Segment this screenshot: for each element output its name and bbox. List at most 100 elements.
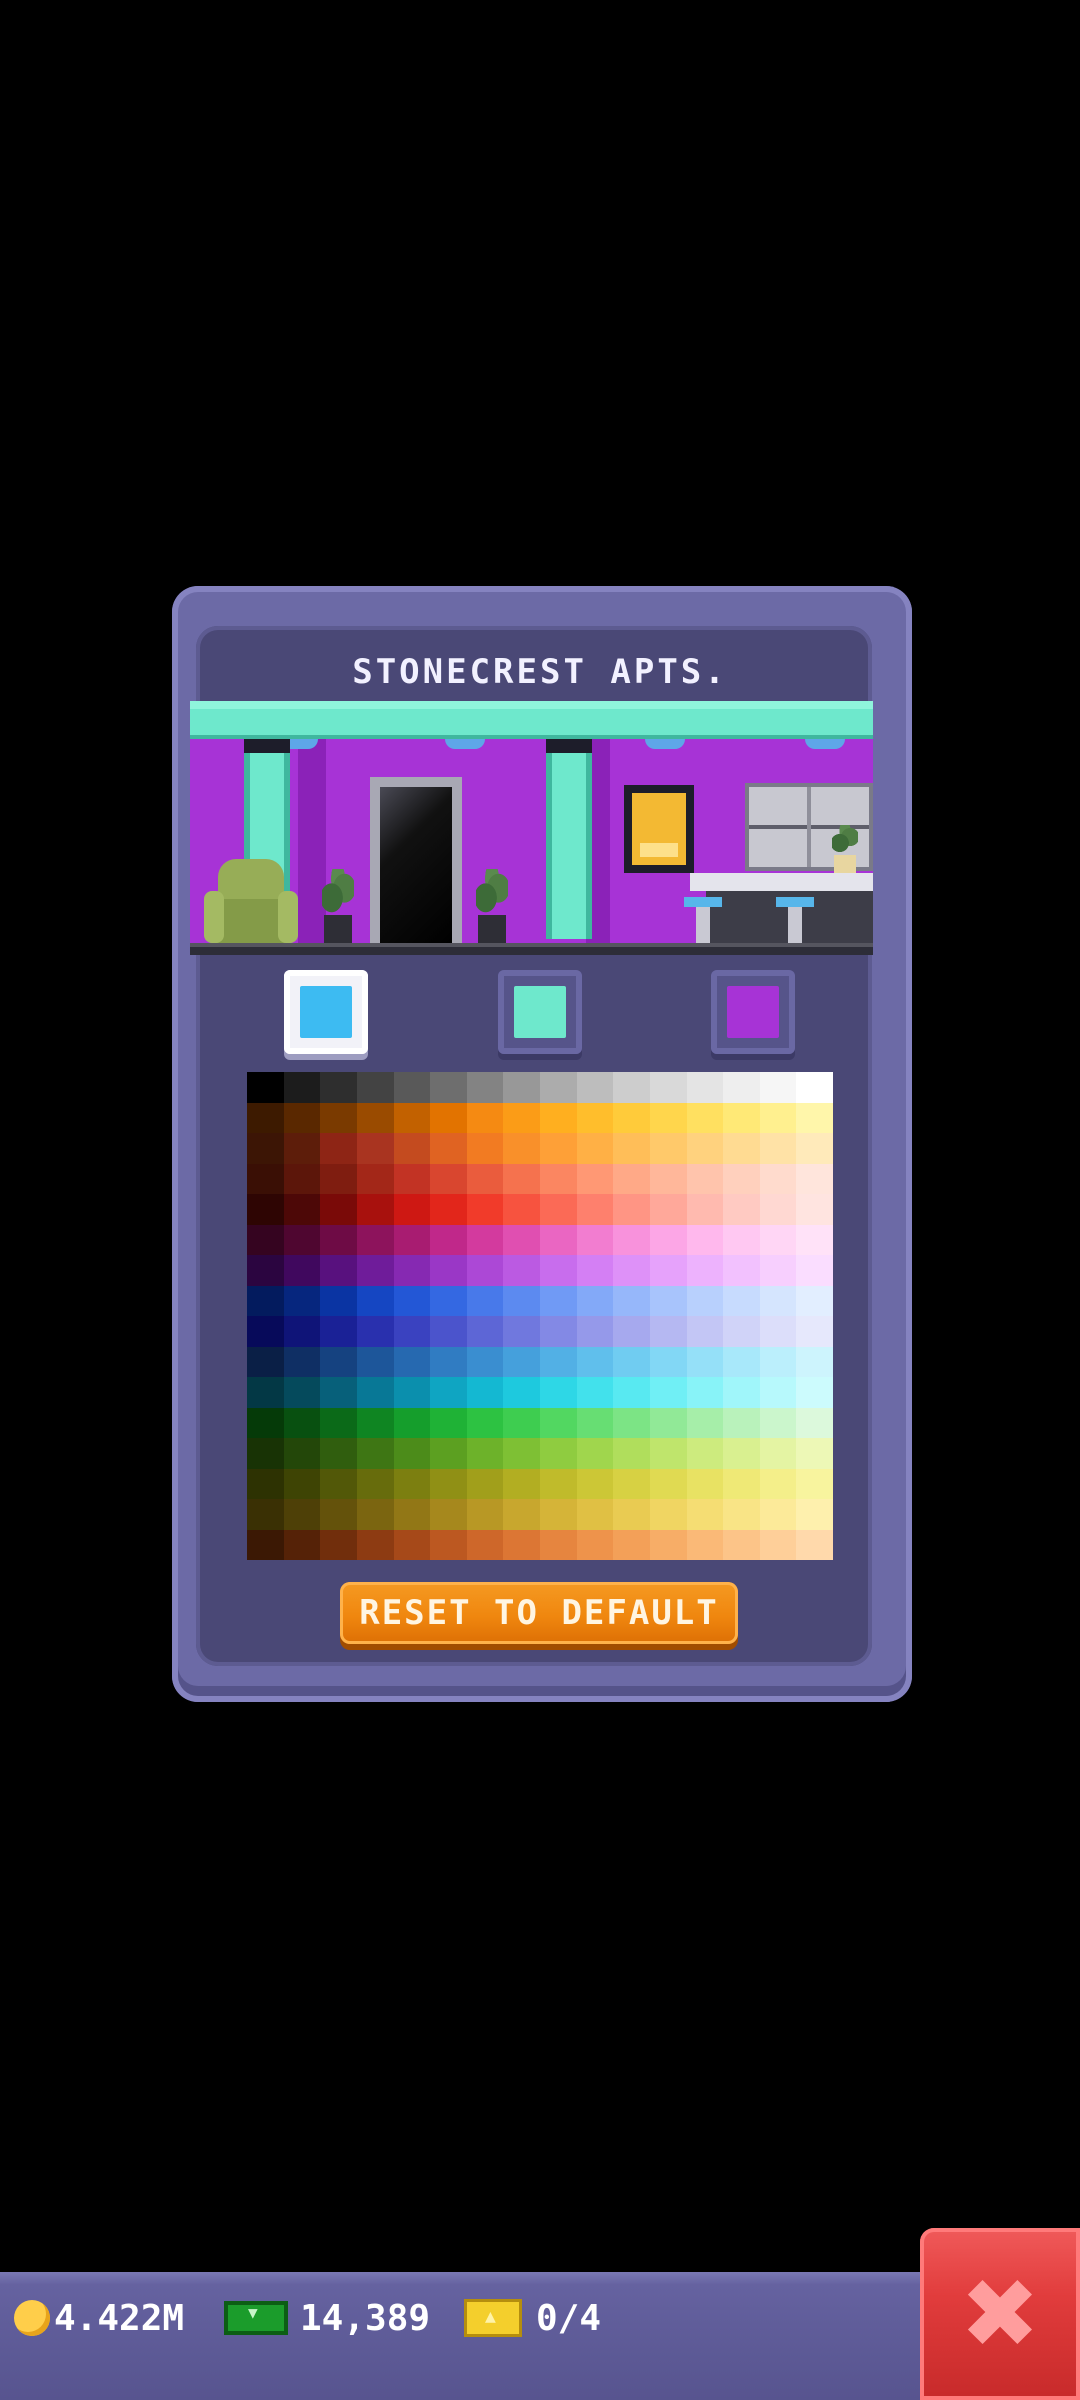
- palette-color-cell[interactable]: [283, 1468, 321, 1499]
- palette-color-cell[interactable]: [649, 1468, 687, 1499]
- palette-color-cell[interactable]: [796, 1102, 833, 1133]
- palette-color-cell[interactable]: [430, 1529, 467, 1560]
- palette-color-cell[interactable]: [283, 1529, 321, 1560]
- palette-color-cell[interactable]: [247, 1468, 284, 1499]
- palette-color-cell[interactable]: [466, 1255, 504, 1286]
- palette-color-cell[interactable]: [686, 1102, 724, 1133]
- palette-color-cell[interactable]: [283, 1224, 321, 1255]
- palette-color-cell[interactable]: [430, 1285, 467, 1316]
- palette-color-cell[interactable]: [649, 1194, 687, 1225]
- palette-color-cell[interactable]: [430, 1194, 467, 1225]
- palette-color-cell[interactable]: [649, 1438, 687, 1469]
- palette-color-cell[interactable]: [283, 1133, 321, 1164]
- palette-color-cell[interactable]: [466, 1468, 504, 1499]
- palette-color-cell[interactable]: [356, 1133, 394, 1164]
- palette-color-cell[interactable]: [356, 1316, 394, 1347]
- palette-color-cell[interactable]: [320, 1255, 357, 1286]
- palette-color-cell[interactable]: [723, 1255, 760, 1286]
- palette-color-cell[interactable]: [796, 1194, 833, 1225]
- palette-color-cell[interactable]: [283, 1377, 321, 1408]
- palette-color-cell[interactable]: [283, 1407, 321, 1438]
- palette-color-cell[interactable]: [540, 1468, 577, 1499]
- palette-color-cell[interactable]: [356, 1499, 394, 1530]
- palette-color-cell[interactable]: [247, 1346, 284, 1377]
- palette-color-cell[interactable]: [649, 1224, 687, 1255]
- palette-color-cell[interactable]: [283, 1102, 321, 1133]
- palette-color-cell[interactable]: [723, 1285, 760, 1316]
- palette-color-cell[interactable]: [686, 1468, 724, 1499]
- palette-color-cell[interactable]: [283, 1346, 321, 1377]
- palette-color-cell[interactable]: [356, 1529, 394, 1560]
- palette-color-cell[interactable]: [613, 1224, 650, 1255]
- palette-color-cell[interactable]: [503, 1163, 540, 1194]
- palette-color-cell[interactable]: [576, 1133, 614, 1164]
- palette-color-cell[interactable]: [247, 1255, 284, 1286]
- palette-color-cell[interactable]: [466, 1194, 504, 1225]
- palette-color-cell[interactable]: [576, 1316, 614, 1347]
- palette-color-cell[interactable]: [613, 1255, 650, 1286]
- palette-color-cell[interactable]: [576, 1468, 614, 1499]
- palette-color-cell[interactable]: [247, 1194, 284, 1225]
- palette-color-cell[interactable]: [759, 1499, 797, 1530]
- palette-color-cell[interactable]: [540, 1499, 577, 1530]
- palette-color-cell[interactable]: [723, 1346, 760, 1377]
- palette-color-cell[interactable]: [356, 1072, 394, 1103]
- palette-color-cell[interactable]: [796, 1316, 833, 1347]
- palette-color-cell[interactable]: [759, 1316, 797, 1347]
- palette-color-cell[interactable]: [613, 1438, 650, 1469]
- palette-color-cell[interactable]: [283, 1499, 321, 1530]
- palette-color-cell[interactable]: [723, 1407, 760, 1438]
- palette-color-cell[interactable]: [723, 1468, 760, 1499]
- palette-color-cell[interactable]: [247, 1102, 284, 1133]
- palette-color-cell[interactable]: [723, 1224, 760, 1255]
- palette-color-cell[interactable]: [649, 1377, 687, 1408]
- palette-color-cell[interactable]: [540, 1255, 577, 1286]
- palette-color-cell[interactable]: [320, 1407, 357, 1438]
- palette-color-cell[interactable]: [796, 1163, 833, 1194]
- palette-color-cell[interactable]: [613, 1102, 650, 1133]
- palette-color-cell[interactable]: [430, 1163, 467, 1194]
- palette-color-cell[interactable]: [686, 1316, 724, 1347]
- palette-color-cell[interactable]: [540, 1224, 577, 1255]
- palette-color-cell[interactable]: [503, 1499, 540, 1530]
- palette-color-cell[interactable]: [796, 1255, 833, 1286]
- palette-color-cell[interactable]: [759, 1072, 797, 1103]
- palette-color-cell[interactable]: [576, 1163, 614, 1194]
- palette-color-cell[interactable]: [503, 1316, 540, 1347]
- palette-color-cell[interactable]: [503, 1438, 540, 1469]
- palette-color-cell[interactable]: [283, 1255, 321, 1286]
- palette-color-cell[interactable]: [649, 1316, 687, 1347]
- palette-color-cell[interactable]: [503, 1072, 540, 1103]
- palette-color-cell[interactable]: [796, 1346, 833, 1377]
- palette-color-cell[interactable]: [466, 1163, 504, 1194]
- palette-color-cell[interactable]: [503, 1285, 540, 1316]
- palette-color-cell[interactable]: [247, 1529, 284, 1560]
- palette-color-cell[interactable]: [466, 1438, 504, 1469]
- palette-color-cell[interactable]: [686, 1194, 724, 1225]
- palette-color-cell[interactable]: [759, 1346, 797, 1377]
- palette-color-cell[interactable]: [576, 1346, 614, 1377]
- palette-color-cell[interactable]: [320, 1316, 357, 1347]
- palette-color-cell[interactable]: [503, 1407, 540, 1438]
- palette-color-cell[interactable]: [393, 1224, 431, 1255]
- palette-color-cell[interactable]: [576, 1377, 614, 1408]
- palette-color-cell[interactable]: [356, 1346, 394, 1377]
- palette-color-cell[interactable]: [247, 1316, 284, 1347]
- palette-color-cell[interactable]: [503, 1102, 540, 1133]
- palette-color-cell[interactable]: [576, 1224, 614, 1255]
- palette-color-cell[interactable]: [356, 1102, 394, 1133]
- palette-color-cell[interactable]: [356, 1438, 394, 1469]
- palette-color-cell[interactable]: [686, 1255, 724, 1286]
- palette-color-cell[interactable]: [393, 1529, 431, 1560]
- palette-color-cell[interactable]: [393, 1133, 431, 1164]
- palette-color-cell[interactable]: [503, 1133, 540, 1164]
- palette-color-cell[interactable]: [393, 1194, 431, 1225]
- palette-color-cell[interactable]: [686, 1438, 724, 1469]
- palette-color-cell[interactable]: [430, 1102, 467, 1133]
- palette-color-cell[interactable]: [320, 1133, 357, 1164]
- palette-color-cell[interactable]: [283, 1163, 321, 1194]
- palette-color-cell[interactable]: [686, 1072, 724, 1103]
- palette-color-cell[interactable]: [430, 1377, 467, 1408]
- palette-color-cell[interactable]: [723, 1499, 760, 1530]
- palette-color-cell[interactable]: [759, 1468, 797, 1499]
